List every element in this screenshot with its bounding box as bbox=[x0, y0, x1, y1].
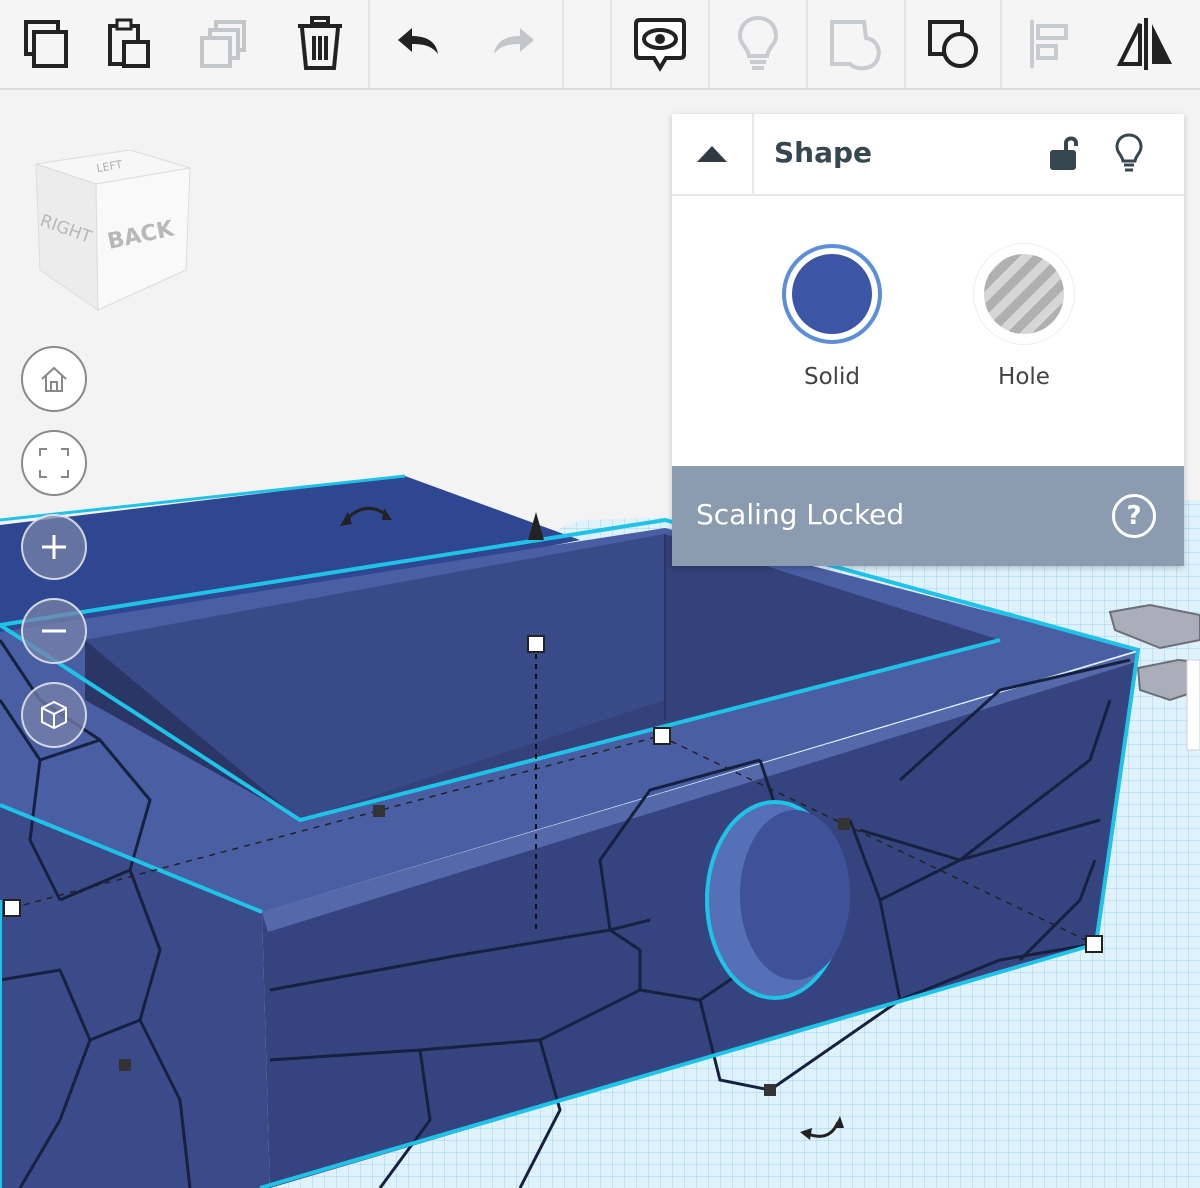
mirror-icon bbox=[1116, 18, 1172, 70]
zoom-out-button[interactable] bbox=[21, 598, 87, 664]
notes-button[interactable] bbox=[614, 0, 706, 88]
caret-up-icon bbox=[697, 146, 727, 162]
minus-icon bbox=[42, 629, 66, 633]
paste-icon bbox=[108, 18, 150, 68]
edge-handle[interactable] bbox=[838, 818, 850, 830]
scale-handle[interactable] bbox=[3, 899, 21, 917]
toolbar bbox=[0, 0, 1200, 90]
perspective-cube-icon bbox=[41, 700, 67, 730]
home-icon bbox=[41, 366, 67, 392]
edge-handle[interactable] bbox=[764, 1084, 776, 1096]
collapse-panel-button[interactable] bbox=[672, 114, 754, 194]
ungroup-button[interactable] bbox=[908, 0, 1000, 88]
duplicate-button[interactable] bbox=[178, 0, 270, 88]
toolbar-separator bbox=[904, 0, 906, 88]
fit-view-button[interactable] bbox=[21, 430, 87, 496]
solid-label: Solid bbox=[803, 364, 861, 390]
mirror-button[interactable] bbox=[1100, 0, 1192, 88]
lightbulb-icon bbox=[1115, 133, 1143, 172]
hints-button[interactable] bbox=[712, 0, 804, 88]
scale-handle[interactable] bbox=[1085, 935, 1103, 953]
view-cube[interactable]: LEFT RIGHT BACK bbox=[30, 149, 200, 324]
solid-swatch[interactable] bbox=[782, 244, 882, 344]
paste-button[interactable] bbox=[82, 0, 174, 88]
copy-button[interactable] bbox=[0, 0, 92, 88]
zoom-in-button[interactable] bbox=[21, 514, 87, 580]
delete-button[interactable] bbox=[274, 0, 366, 88]
workplane-viewport[interactable]: LEFT RIGHT BACK Shape Solid Hole Scaling… bbox=[0, 90, 1200, 1188]
fit-frame-icon bbox=[39, 448, 69, 478]
shape-hint-button[interactable] bbox=[1112, 132, 1146, 178]
toolbar-separator bbox=[610, 0, 612, 88]
home-view-button[interactable] bbox=[21, 346, 87, 412]
align-icon bbox=[1030, 20, 1068, 68]
help-button[interactable]: ? bbox=[1112, 494, 1156, 538]
align-button[interactable] bbox=[1004, 0, 1096, 88]
duplicate-icon bbox=[200, 20, 246, 68]
height-handle[interactable] bbox=[527, 635, 545, 653]
group-button[interactable] bbox=[810, 0, 902, 88]
panel-header: Shape bbox=[672, 114, 1184, 196]
toolbar-separator bbox=[562, 0, 564, 88]
solid-color-dot bbox=[792, 254, 872, 334]
panel-title: Shape bbox=[774, 136, 873, 169]
unlock-icon bbox=[1050, 136, 1078, 170]
edge-handle[interactable] bbox=[119, 1059, 131, 1071]
lock-button[interactable] bbox=[1046, 134, 1080, 176]
shape-inspector-panel: Shape Solid Hole Scaling Locked ? bbox=[672, 114, 1184, 566]
undo-button[interactable] bbox=[372, 0, 464, 88]
copy-icon bbox=[24, 20, 68, 68]
scaling-locked-bar: Scaling Locked ? bbox=[672, 466, 1184, 566]
toolbar-separator bbox=[708, 0, 710, 88]
redo-icon bbox=[494, 28, 534, 54]
hole-stripe-dot bbox=[984, 254, 1064, 334]
trash-icon bbox=[298, 16, 342, 70]
lightbulb-icon bbox=[737, 15, 779, 70]
eye-note-icon bbox=[634, 18, 686, 72]
redo-button[interactable] bbox=[468, 0, 560, 88]
edge-handle[interactable] bbox=[373, 805, 385, 817]
group-icon bbox=[830, 20, 881, 71]
ungroup-icon bbox=[928, 20, 978, 68]
toolbar-separator bbox=[806, 0, 808, 88]
toolbar-separator bbox=[368, 0, 370, 88]
undo-icon bbox=[398, 28, 438, 54]
scale-handle[interactable] bbox=[653, 727, 671, 745]
projection-button[interactable] bbox=[21, 682, 87, 748]
hole-swatch[interactable] bbox=[974, 244, 1074, 344]
hole-label: Hole bbox=[998, 364, 1050, 390]
toolbar-separator bbox=[1000, 0, 1002, 88]
scaling-locked-text: Scaling Locked bbox=[696, 498, 905, 531]
plus-icon bbox=[42, 535, 66, 559]
